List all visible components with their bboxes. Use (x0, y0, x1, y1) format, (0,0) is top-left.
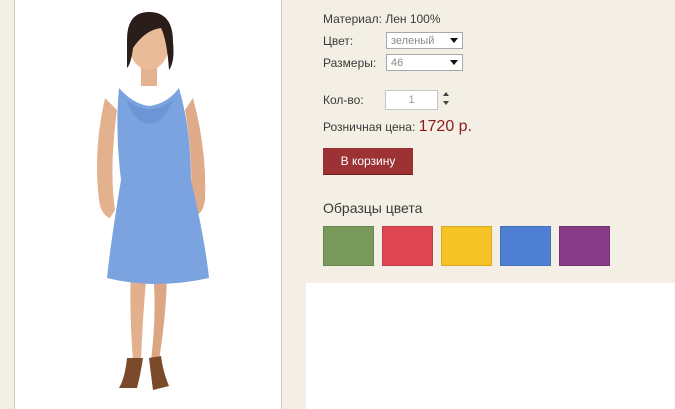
stepper-down-icon[interactable] (443, 101, 449, 105)
price-row: Розничная цена: 1720 р. (323, 118, 472, 136)
chevron-down-icon (450, 60, 458, 65)
add-to-cart-button[interactable]: В корзину (323, 148, 413, 175)
price-label: Розничная цена: (323, 120, 416, 134)
color-swatch[interactable] (500, 226, 551, 266)
color-swatch[interactable] (559, 226, 610, 266)
size-select[interactable]: 46 (386, 54, 463, 71)
dress-model-image (15, 0, 281, 409)
material-value: Лен 100% (385, 12, 441, 26)
size-label: Размеры: (323, 56, 377, 70)
qty-label: Кол-во: (323, 93, 364, 107)
size-select-value: 46 (391, 57, 404, 69)
material-label: Материал: (323, 12, 382, 26)
color-label: Цвет: (323, 34, 354, 48)
price-value: 1720 р. (418, 118, 473, 135)
color-swatch[interactable] (441, 226, 492, 266)
quantity-input[interactable]: 1 (385, 90, 438, 110)
color-swatch[interactable] (382, 226, 433, 266)
chevron-down-icon (450, 38, 458, 43)
color-swatch[interactable] (323, 226, 374, 266)
color-select[interactable]: зеленый (386, 32, 463, 49)
content-panel (306, 283, 675, 409)
swatches-title: Образцы цвета (323, 200, 423, 216)
material-row: Материал: Лен 100% (323, 12, 441, 26)
product-photo[interactable] (14, 0, 282, 409)
quantity-stepper[interactable] (442, 92, 450, 108)
stepper-up-icon[interactable] (443, 92, 449, 96)
color-select-value: зеленый (391, 35, 435, 47)
